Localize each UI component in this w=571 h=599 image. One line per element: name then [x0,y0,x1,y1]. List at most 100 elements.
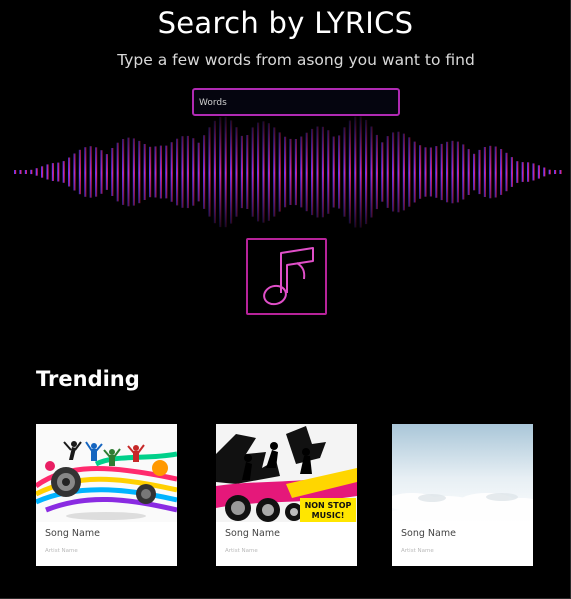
sound-wave-bar [381,142,384,202]
sound-wave-bar [116,142,119,202]
card-artist-name: Artist Name [401,548,434,554]
sound-wave-bar [483,147,486,197]
sound-wave-bar [386,136,389,208]
sound-wave-bar [176,138,179,206]
sound-wave-bar [57,162,60,182]
sound-wave-bar [489,145,492,199]
sound-wave-bar [278,132,281,212]
sound-wave-bar [343,127,346,217]
sound-wave-bar [154,146,157,198]
sound-wave-bar [527,162,530,182]
sound-wave-bar [370,126,373,218]
sound-wave-bar [240,135,243,209]
sound-wave-bar [73,153,76,191]
dancers-speakers-image [36,424,177,522]
card-song-name: Song Name [401,528,456,539]
sound-wave-bar [419,145,422,199]
sound-wave-bar [554,170,557,174]
sound-wave-bar [24,170,27,174]
sound-wave-bar [338,135,341,209]
sound-wave-bar [41,166,44,178]
card-artist-name: Artist Name [45,548,78,554]
page-title: Search by LYRICS [157,6,414,40]
svg-text:MUSIC!: MUSIC! [312,511,345,520]
trending-heading: Trending [36,367,140,391]
sound-wave-bar [365,119,368,225]
sound-wave-bar [543,167,546,177]
sound-wave-bar [354,116,357,228]
sound-wave-bar [159,145,162,199]
sound-wave-bar [408,137,411,207]
sound-wave-bar [230,120,233,224]
sound-wave-bar [316,126,319,218]
sound-wave-bar [435,146,438,198]
sound-wave-bar [440,143,443,201]
lyrics-search-box [192,88,400,116]
sound-wave-bar [348,120,351,224]
sound-wave-bar [424,147,427,197]
sound-wave-bar [181,136,184,208]
sound-wave-bar [165,145,168,199]
trending-card[interactable]: NON STOP MUSIC! Song Name Artist Name [216,424,357,566]
sound-wave-bar [138,140,141,204]
sound-wave-bar [262,121,265,223]
sound-wave-bar [456,141,459,203]
sound-wave-bar [19,170,22,174]
sound-wave-bar [462,144,465,200]
sound-wave-bar [300,136,303,208]
sound-wave-bar [521,162,524,182]
sound-wave-bar [413,141,416,203]
sound-wave-bar [192,138,195,206]
card-song-name: Song Name [45,528,100,539]
sound-wave-bar [122,139,125,205]
sound-wave-bar [359,116,362,228]
sound-wave-bar [402,133,405,211]
sound-wave-bar [132,138,135,206]
non-stop-music-image: NON STOP MUSIC! [216,424,357,522]
sound-wave-bar [105,154,108,190]
svg-text:NON STOP: NON STOP [305,501,352,510]
sound-wave-bar [203,135,206,209]
sound-wave-bar [14,170,17,174]
sound-wave-bar [548,169,551,175]
sound-wave-bar [127,137,130,207]
sound-wave-bar [289,138,292,205]
page-subtitle: Type a few words from asong you want to … [117,51,475,69]
card-artist-name: Artist Name [225,548,258,554]
sound-wave-bar [473,153,476,191]
sound-wave-bar [46,164,49,180]
sound-wave-graphic [10,116,562,228]
sound-wave-bar [327,130,330,214]
sound-wave-bar [478,149,481,195]
music-search-button[interactable] [246,238,327,315]
sound-wave-bar [267,123,270,221]
sound-wave-bar [446,141,449,203]
sound-wave-bar [305,132,308,212]
trending-card[interactable]: Song Name Artist Name [392,424,533,566]
sound-wave-bar [95,147,98,197]
sound-wave-bar [505,152,508,192]
sound-wave-bar [186,135,189,209]
sound-wave-bar [149,146,152,198]
sound-wave-bar [213,120,216,224]
sound-wave-bar [311,128,314,216]
sound-wave-bar [224,116,227,228]
sound-wave-bar [35,168,38,176]
sound-wave-bar [537,165,540,179]
sound-wave-bar [284,136,287,208]
lyrics-search-input[interactable] [194,91,398,115]
sound-wave-bar [68,157,71,187]
sound-wave-bar [273,127,276,217]
trending-card[interactable]: Song Name Artist Name [36,424,177,566]
sound-wave-bar [516,161,519,183]
music-note-icon [262,246,314,305]
sound-wave-bar [62,161,65,183]
sound-wave-bar [451,140,454,204]
sound-wave-bar [197,142,200,202]
sound-wave-bar [170,142,173,202]
sound-wave-bar [100,150,103,194]
sound-wave-bar [208,127,211,217]
card-song-name: Song Name [225,528,280,539]
sound-wave-bar [51,163,54,181]
sound-wave-bar [510,157,513,187]
